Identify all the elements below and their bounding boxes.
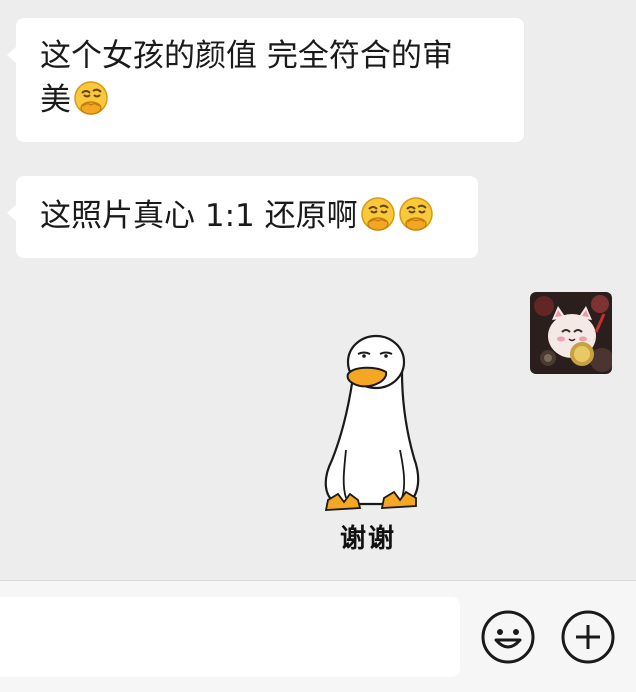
- message-bubble[interactable]: 这个女孩的颜值 完全符合的审 美: [7, 18, 524, 142]
- message-bubble[interactable]: 这照片真心 1:1 还原啊: [7, 176, 478, 258]
- message-text-continued: 美: [40, 82, 71, 118]
- smiley-icon[interactable]: [480, 609, 536, 665]
- input-bar: [0, 580, 636, 692]
- message-input[interactable]: [0, 597, 460, 677]
- sticker-caption: 谢谢: [339, 524, 396, 554]
- message-text: 这照片真心 1:1 还原啊: [40, 198, 358, 234]
- avatar[interactable]: [530, 292, 612, 374]
- thinking-face-emoji-icon: [360, 197, 395, 231]
- chat-area: 这个女孩的颜值 完全符合的审 美 这照片真心 1:1 还原啊 谢谢: [0, 0, 636, 580]
- lucky-cat-avatar-icon: [530, 292, 612, 374]
- thinking-face-emoji-icon: [398, 197, 433, 231]
- thinking-face-emoji-icon: [74, 81, 108, 115]
- message-text: 这个女孩的颜值 完全符合的审: [40, 38, 453, 74]
- plus-circle-icon[interactable]: [560, 609, 616, 665]
